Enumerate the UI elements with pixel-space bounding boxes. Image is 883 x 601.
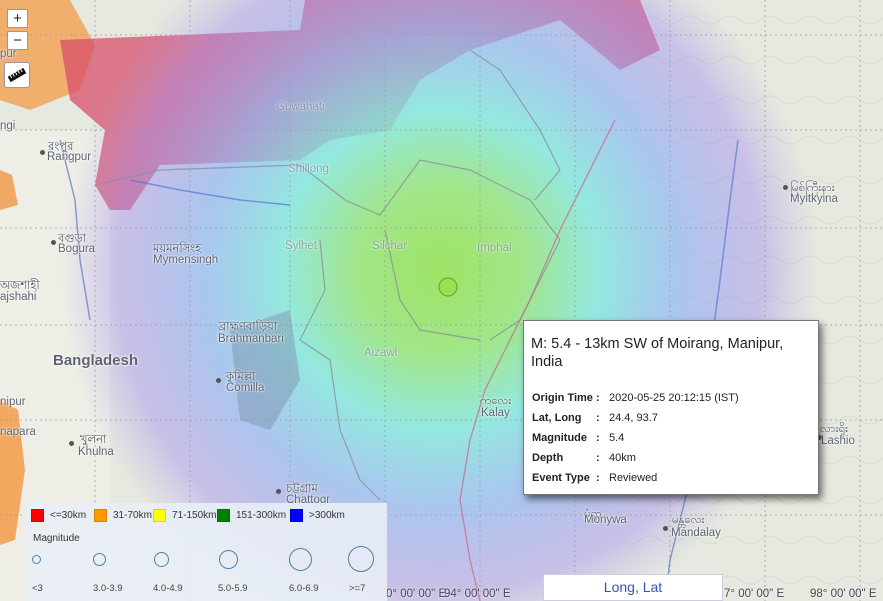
place-mandalay: Mandalay <box>671 527 721 539</box>
bogura-dot <box>51 240 56 245</box>
place-imphal: Imphal <box>477 242 512 254</box>
place-khulna: Khulna <box>78 446 114 458</box>
place-sylhet: Sylhet <box>285 240 317 252</box>
popup-row-depth: Depth:40km <box>532 452 636 464</box>
edge-label-napara: napara <box>0 426 36 438</box>
place-aizawl: Aizawl <box>364 347 398 359</box>
row-value: Reviewed <box>609 472 658 484</box>
magnitude-circle <box>154 552 169 567</box>
rangpur-dot <box>40 150 45 155</box>
depth-swatch <box>217 509 230 522</box>
row-key: Depth <box>532 452 564 464</box>
magnitude-label: 5.0-5.9 <box>218 583 248 594</box>
row-value: 40km <box>609 452 636 464</box>
magnitude-label: 6.0-6.9 <box>289 583 319 594</box>
depth-label: 31-70km <box>113 510 152 521</box>
ruler-icon <box>7 67 27 83</box>
legend-depth-item: >300km <box>290 509 345 522</box>
khulna-dot <box>69 441 74 446</box>
depth-swatch <box>31 509 44 522</box>
coord-label-92e: 0° 00' 00" E <box>386 588 447 600</box>
coord-label-97e: 7° 00' 00" E <box>724 588 785 600</box>
measure-ruler-button[interactable] <box>4 62 30 88</box>
row-colon: : <box>596 452 600 464</box>
magnitude-label: <3 <box>32 583 43 594</box>
place-brahmanbaria: Brahmanbari <box>218 333 284 345</box>
place-rangpur: Rangpur <box>47 151 92 163</box>
legend-depth-item: <=30km <box>31 509 86 522</box>
legend-depth-item: 31-70km <box>94 509 152 522</box>
row-colon: : <box>596 412 600 424</box>
edge-label-ngi: ngi <box>0 120 16 132</box>
earthquake-marker[interactable] <box>438 277 458 297</box>
magnitude-circle <box>219 550 238 569</box>
magnitude-label: 4.0-4.9 <box>153 583 183 594</box>
depth-swatch <box>94 509 107 522</box>
magnitude-circle <box>93 553 106 566</box>
popup-row-magnitude: Magnitude:5.4 <box>532 432 624 444</box>
place-myitkyina: Myitkyina <box>790 193 838 205</box>
chattogram-dot <box>276 489 281 494</box>
depth-swatch <box>153 509 166 522</box>
depth-swatch <box>290 509 303 522</box>
map-legend: <=30km 31-70km 71-150km 151-300km >300km… <box>25 503 387 601</box>
magnitude-circle <box>348 546 374 572</box>
place-silchar: Silchar <box>372 240 408 252</box>
coord-label-94e: 94° 00' 00" E <box>444 588 511 600</box>
row-value: 24.4, 93.7 <box>609 412 658 424</box>
row-colon: : <box>596 472 600 484</box>
place-bogura: Bogura <box>58 243 96 255</box>
popup-row-event-type: Event Type: Reviewed <box>532 472 657 484</box>
legend-depth-item: 71-150km <box>153 509 216 522</box>
coord-label-98e: 98° 00' 00" E <box>810 588 877 600</box>
event-info-popup: M: 5.4 - 13km SW of Moirang, Manipur, In… <box>523 320 819 495</box>
row-value: 5.4 <box>609 432 625 444</box>
magnitude-label: 3.0-3.9 <box>93 583 123 594</box>
magnitude-circle <box>32 555 41 564</box>
depth-label: 151-300km <box>236 510 287 521</box>
row-key: Lat, Long <box>532 412 582 424</box>
depth-label: <=30km <box>50 510 87 521</box>
row-colon: : <box>596 432 600 444</box>
place-rajshahi: ajshahi <box>0 291 37 303</box>
edge-label-nipur: nipur <box>0 396 26 408</box>
magnitude-title: Magnitude <box>33 533 80 544</box>
popup-row-lat-long: Lat, Long:24.4, 93.7 <box>532 412 658 424</box>
magnitude-label: >=7 <box>349 583 366 594</box>
place-guwahati: Guwahati <box>276 101 325 113</box>
comilla-dot <box>216 378 221 383</box>
zoom-out-button[interactable]: − <box>7 31 28 50</box>
row-colon: : <box>596 392 600 404</box>
row-value: 2020-05-25 20:12:15 (IST) <box>609 392 739 404</box>
depth-label: >300km <box>309 510 345 521</box>
place-comilla: Comilla <box>226 382 265 394</box>
country-bangladesh: Bangladesh <box>53 352 139 369</box>
myitkyina-dot <box>783 185 788 190</box>
row-key: Magnitude <box>532 432 587 444</box>
place-lashio: Lashio <box>821 435 855 447</box>
popup-row-origin-time: Origin Time:2020-05-25 20:12:15 (IST) <box>532 392 739 404</box>
legend-depth-item: 151-300km <box>217 509 286 522</box>
depth-label: 71-150km <box>172 510 217 521</box>
place-kalay: Kalay <box>481 407 510 419</box>
popup-title: M: 5.4 - 13km SW of Moirang, Manipur, In… <box>531 336 784 370</box>
mandalay-dot <box>663 526 668 531</box>
row-key: Event Type <box>532 472 590 484</box>
place-mymensingh: Mymensingh <box>153 254 219 266</box>
magnitude-circle <box>289 548 312 571</box>
row-key: Origin Time <box>532 392 593 404</box>
zoom-in-button[interactable]: + <box>7 9 28 28</box>
place-monywa: Monywa <box>584 514 627 526</box>
long-lat-toggle-button[interactable]: Long, Lat <box>543 574 723 601</box>
place-shillong: Shillong <box>288 163 329 175</box>
